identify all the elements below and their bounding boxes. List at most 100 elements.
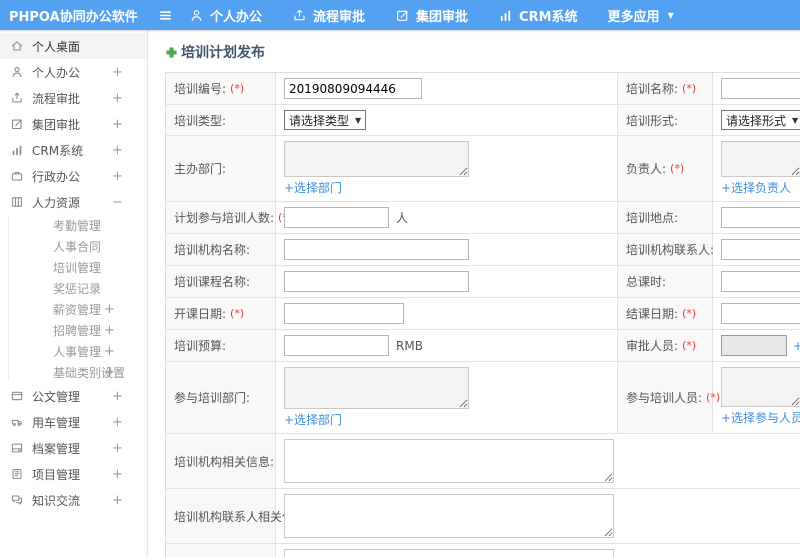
participating-departments-textarea[interactable] bbox=[284, 367, 469, 409]
nav-item-group-approval[interactable]: 集团审批 bbox=[395, 6, 468, 25]
edit-square-icon bbox=[10, 117, 24, 131]
expand-toggle-icon[interactable]: + bbox=[104, 302, 115, 317]
approver-input[interactable] bbox=[721, 335, 787, 356]
sidebar-item-reward-punishment-records[interactable]: 奖惩记录 bbox=[0, 278, 147, 299]
training-location-input[interactable] bbox=[721, 207, 800, 228]
training-type-select[interactable]: 请选择类型 bbox=[284, 110, 367, 130]
sidebar-item-project-management[interactable]: 项目管理 + bbox=[0, 461, 147, 487]
process-icon bbox=[292, 8, 307, 23]
sidebar-item-salary-management[interactable]: 薪资管理 + bbox=[0, 299, 147, 320]
sidebar-item-admin-office[interactable]: 行政办公 + bbox=[0, 163, 147, 189]
project-icon bbox=[10, 467, 24, 481]
leader-select-link[interactable]: +选择负责人 bbox=[721, 179, 791, 196]
participating-departments-label-cell: 参与培训部门: bbox=[166, 362, 276, 433]
approver-label-cell: 审批人员: (*) bbox=[618, 330, 713, 361]
training-org-contact-label-cell: 培训机构联系人: bbox=[618, 234, 714, 265]
person-icon bbox=[10, 65, 24, 79]
training-mode-label-cell: 培训形式: bbox=[618, 105, 713, 135]
form-row: 培训要求: bbox=[166, 544, 800, 557]
expand-toggle-icon[interactable]: + bbox=[112, 91, 123, 106]
sidebar-item-label: 集团审批 bbox=[32, 117, 81, 132]
sidebar-item-knowledge-exchange[interactable]: 知识交流 + bbox=[0, 487, 147, 513]
training-name-input[interactable] bbox=[721, 78, 800, 99]
training-org-name-input[interactable] bbox=[284, 239, 469, 260]
expand-toggle-icon[interactable]: + bbox=[112, 441, 123, 456]
expand-toggle-icon[interactable]: + bbox=[112, 415, 123, 430]
briefcase-icon bbox=[10, 169, 24, 183]
required-marker: (*) bbox=[682, 339, 697, 352]
sidebar-item-personnel-management[interactable]: 人事管理 + bbox=[0, 341, 147, 362]
nav-item-workflow-approval[interactable]: 流程审批 bbox=[292, 6, 365, 25]
training-course-name-label-cell: 培训课程名称: bbox=[166, 266, 276, 297]
start-date-input[interactable] bbox=[284, 303, 404, 324]
expand-toggle-icon[interactable]: + bbox=[104, 323, 115, 338]
training-number-label-cell: 培训编号: (*) bbox=[166, 73, 276, 104]
sidebar-item-personal-office[interactable]: 个人办公 + bbox=[0, 59, 147, 85]
expand-toggle-icon[interactable]: + bbox=[112, 493, 123, 508]
training-org-contact-info-textarea[interactable] bbox=[284, 494, 614, 538]
sidebar-item-recruitment-management[interactable]: 招聘管理 + bbox=[0, 320, 147, 341]
top-header: PHPOA协同办公软件 个人办公 流程审批 集团审批 CRM系统 更多应用 ▼ bbox=[0, 0, 800, 30]
sidebar-item-human-resources[interactable]: 人力资源 − bbox=[0, 189, 147, 215]
form-row: 培训编号:(*)培训名称:(*) bbox=[166, 73, 800, 105]
sidebar-item-label: 知识交流 bbox=[32, 493, 81, 508]
sidebar-item-label: 个人办公 bbox=[32, 65, 81, 80]
expand-toggle-icon[interactable]: + bbox=[112, 117, 123, 132]
host-department-select-link[interactable]: +选择部门 bbox=[284, 179, 342, 196]
training-number-label: 培训编号: bbox=[174, 82, 227, 96]
approver-select-link[interactable]: +选择审批人员 bbox=[793, 337, 800, 354]
expand-toggle-icon[interactable]: + bbox=[104, 365, 115, 380]
sidebar-item-attendance-management[interactable]: 考勤管理 bbox=[0, 215, 147, 236]
training-requirements-textarea[interactable] bbox=[284, 549, 614, 557]
sidebar-item-training-management[interactable]: 培训管理 bbox=[0, 257, 147, 278]
leader-label-cell: 负责人: (*) bbox=[618, 136, 713, 201]
training-budget-input[interactable] bbox=[284, 335, 389, 356]
sidebar-item-crm-system[interactable]: CRM系统 + bbox=[0, 137, 147, 163]
training-requirements-label-cell: 培训要求: bbox=[166, 544, 276, 557]
sidebar-item-group-approval[interactable]: 集团审批 + bbox=[0, 111, 147, 137]
expand-toggle-icon[interactable]: + bbox=[112, 467, 123, 482]
training-org-contact-field-cell bbox=[713, 234, 800, 265]
sidebar-item-archive-management[interactable]: 档案管理 + bbox=[0, 435, 147, 461]
total-class-hours-input[interactable] bbox=[721, 271, 800, 292]
training-location-field-cell bbox=[713, 202, 800, 233]
training-mode-select[interactable]: 请选择形式 bbox=[721, 110, 800, 130]
nav-item-crm-system[interactable]: CRM系统 bbox=[498, 6, 578, 25]
training-org-info-field-cell bbox=[276, 434, 800, 488]
sidebar-item-personnel-contract[interactable]: 人事合同 bbox=[0, 236, 147, 257]
required-marker: (*) bbox=[230, 307, 245, 320]
host-department-textarea[interactable] bbox=[284, 141, 469, 177]
training-requirements-field-cell bbox=[276, 544, 800, 557]
expand-toggle-icon[interactable]: + bbox=[112, 389, 123, 404]
sidebar-item-personal-desktop[interactable]: 个人桌面 bbox=[0, 33, 147, 59]
planned-participants-input[interactable] bbox=[284, 207, 389, 228]
training-org-name-label: 培训机构名称: bbox=[174, 243, 251, 257]
expand-toggle-icon[interactable]: + bbox=[112, 143, 123, 158]
sidebar-item-workflow-approval[interactable]: 流程审批 + bbox=[0, 85, 147, 111]
participants-textarea[interactable] bbox=[721, 367, 800, 407]
training-course-name-input[interactable] bbox=[284, 271, 469, 292]
participants-field-cell: +选择参与人员 bbox=[713, 362, 800, 433]
hamburger-icon[interactable] bbox=[158, 8, 173, 23]
nav-item-more-apps[interactable]: 更多应用 ▼ bbox=[608, 6, 674, 25]
training-org-contact-input[interactable] bbox=[721, 239, 800, 260]
sidebar-item-vehicle-management[interactable]: 用车管理 + bbox=[0, 409, 147, 435]
expand-toggle-icon[interactable]: − bbox=[112, 195, 123, 210]
sidebar-item-basic-category-settings[interactable]: 基础类别设置 + bbox=[0, 362, 147, 383]
participating-departments-select-link[interactable]: +选择部门 bbox=[284, 411, 342, 428]
document-icon bbox=[10, 389, 24, 403]
sidebar-item-document-management[interactable]: 公文管理 + bbox=[0, 383, 147, 409]
total-class-hours-label-cell: 总课时: bbox=[618, 266, 713, 297]
expand-toggle-icon[interactable]: + bbox=[112, 65, 123, 80]
sidebar-item-label: 考勤管理 bbox=[53, 219, 102, 233]
training-number-input[interactable] bbox=[284, 78, 422, 99]
expand-toggle-icon[interactable]: + bbox=[112, 169, 123, 184]
end-date-input[interactable] bbox=[721, 303, 800, 324]
training-budget-field-cell: RMB bbox=[276, 330, 618, 361]
expand-toggle-icon[interactable]: + bbox=[104, 344, 115, 359]
participants-select-link[interactable]: +选择参与人员 bbox=[721, 409, 800, 426]
nav-item-personal-office[interactable]: 个人办公 bbox=[189, 6, 262, 25]
leader-textarea[interactable] bbox=[721, 141, 800, 177]
training-org-info-textarea[interactable] bbox=[284, 439, 614, 483]
training-type-label: 培训类型: bbox=[174, 113, 227, 128]
